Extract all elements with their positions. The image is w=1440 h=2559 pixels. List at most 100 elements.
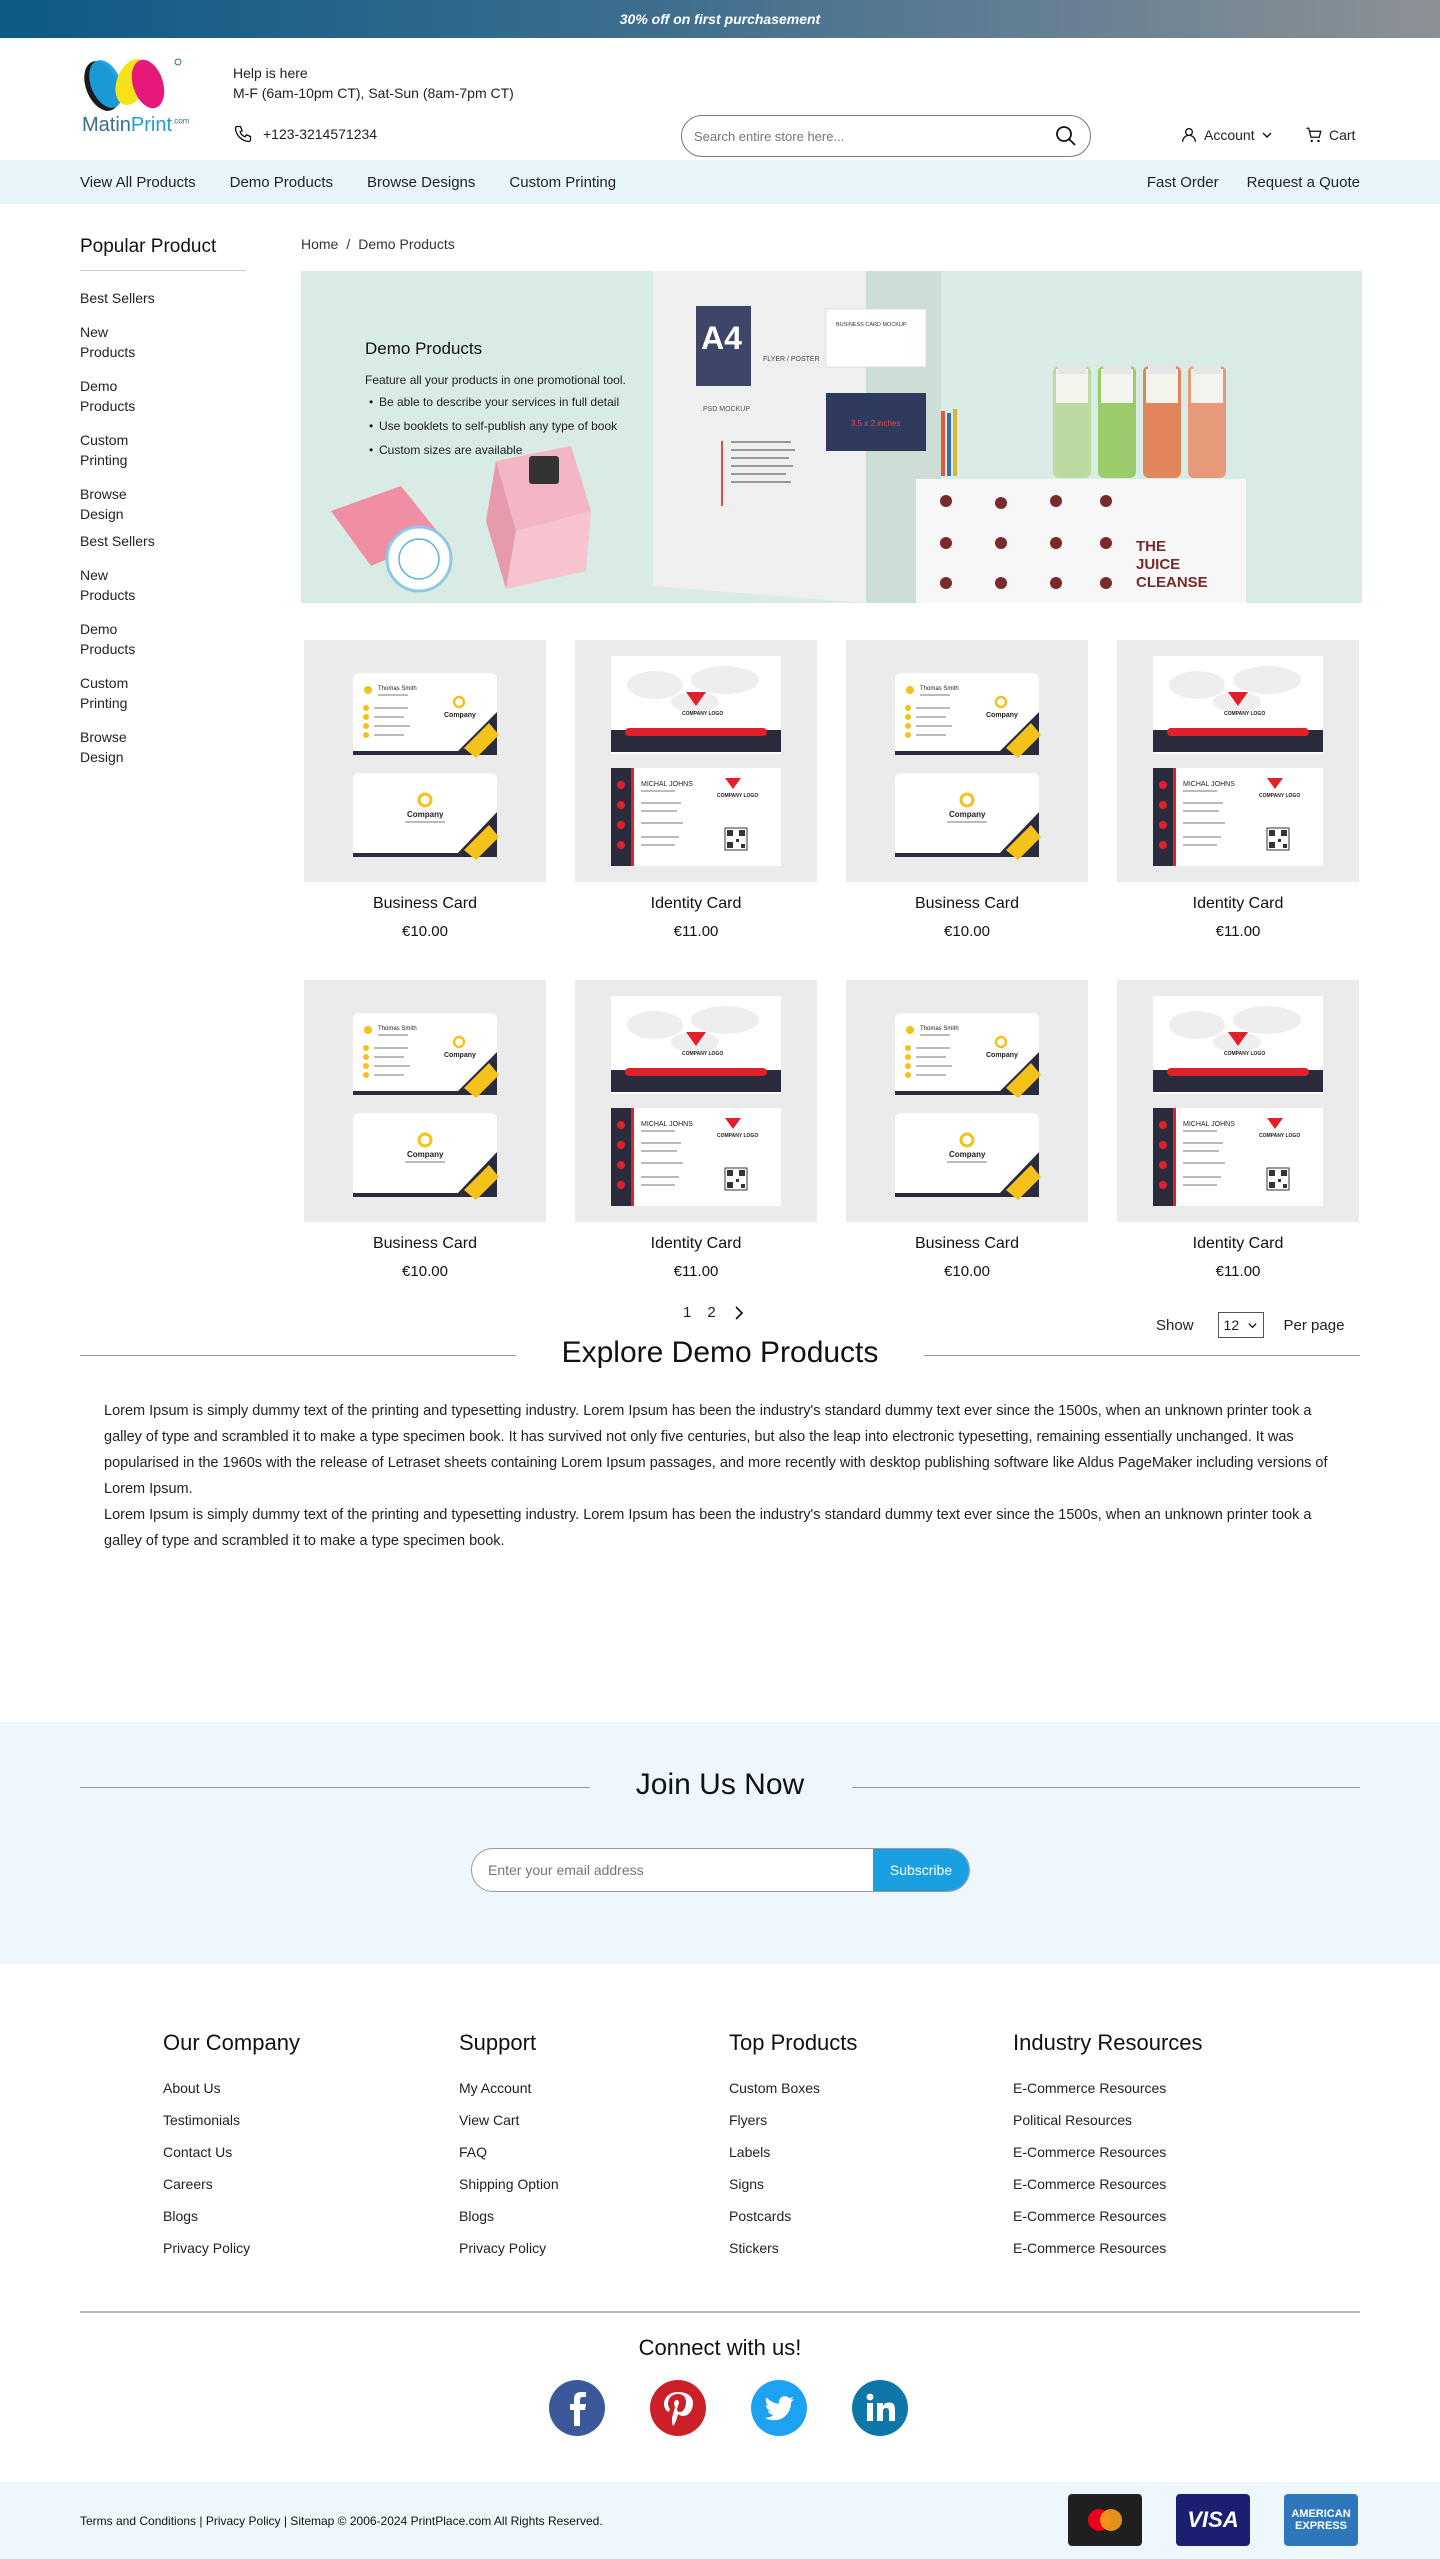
header: MatinPrint.com Help is here M-F (6am-10p… xyxy=(0,38,1440,160)
amex-text-2: EXPRESS xyxy=(1295,2520,1347,2532)
sidebar-item-demo-products[interactable]: Demo Products xyxy=(80,369,160,423)
product-image[interactable]: Thomas Smith Company Company xyxy=(846,980,1088,1222)
product-name[interactable]: Business Card xyxy=(846,895,1088,913)
nav-browse-designs[interactable]: Browse Designs xyxy=(367,174,475,191)
sidebar-item-new-products[interactable]: New Products xyxy=(80,315,160,369)
product-price: €11.00 xyxy=(1215,1263,1261,1280)
nav-demo-products[interactable]: Demo Products xyxy=(230,174,333,191)
search-input[interactable] xyxy=(694,128,1054,144)
page-2-link[interactable]: 2 xyxy=(707,1304,715,1321)
footer-link[interactable]: Postcards xyxy=(729,2200,857,2232)
svg-text:COMPANY LOGO: COMPANY LOGO xyxy=(1224,1051,1265,1057)
product-name[interactable]: Identity Card xyxy=(1117,1235,1359,1253)
footer-link[interactable]: Stickers xyxy=(729,2232,857,2264)
svg-text:Thomas Smith: Thomas Smith xyxy=(920,686,959,692)
sidebar-item-custom-printing-2[interactable]: Custom Printing xyxy=(80,666,160,720)
product-card[interactable]: Thomas Smith Company Company Business Ca… xyxy=(846,640,1088,940)
product-card[interactable]: COMPANY LOGO MICHAL JOHNS COMPANY LOGO I… xyxy=(575,640,817,940)
footer-link[interactable]: My Account xyxy=(459,2072,559,2104)
sidebar-item-best-sellers-2[interactable]: Best Sellers xyxy=(80,531,160,558)
footer-link[interactable]: Political Resources xyxy=(1013,2104,1203,2136)
footer-link[interactable]: E-Commerce Resources xyxy=(1013,2136,1203,2168)
footer-link[interactable]: Privacy Policy xyxy=(163,2232,300,2264)
footer-link[interactable]: Flyers xyxy=(729,2104,857,2136)
footer-link[interactable]: Signs xyxy=(729,2168,857,2200)
footer-link[interactable]: FAQ xyxy=(459,2136,559,2168)
nav-custom-printing[interactable]: Custom Printing xyxy=(509,174,616,191)
legal-text[interactable]: Terms and Conditions | Privacy Policy | … xyxy=(80,2514,603,2528)
chevron-down-icon xyxy=(1262,132,1272,138)
juice-box-illustration: THE JUICE CLEANSE xyxy=(916,479,1246,603)
product-image[interactable]: Thomas Smith Company Company xyxy=(304,980,546,1222)
footer-link[interactable]: E-Commerce Resources xyxy=(1013,2232,1203,2264)
product-image[interactable]: COMPANY LOGO MICHAL JOHNS COMPANY LOGO xyxy=(1117,640,1359,882)
product-name[interactable]: Identity Card xyxy=(1117,895,1359,913)
pinterest-icon[interactable] xyxy=(650,2380,706,2436)
sidebar-item-browse-design[interactable]: Browse Design xyxy=(80,477,160,531)
breadcrumb-home[interactable]: Home xyxy=(301,236,338,252)
footer-link[interactable]: Shipping Option xyxy=(459,2168,559,2200)
email-field[interactable] xyxy=(472,1849,873,1891)
breadcrumb: Home / Demo Products xyxy=(301,236,455,252)
account-menu[interactable]: Account xyxy=(1180,126,1273,144)
nav-fast-order[interactable]: Fast Order xyxy=(1147,174,1219,191)
sidebar-item-browse-design-2[interactable]: Browse Design xyxy=(80,720,160,774)
phone-contact[interactable]: +123-3214571234 xyxy=(233,124,377,144)
footer-link[interactable]: View Cart xyxy=(459,2104,559,2136)
sidebar-item-custom-printing[interactable]: Custom Printing xyxy=(80,423,160,477)
footer-link[interactable]: E-Commerce Resources xyxy=(1013,2168,1203,2200)
product-name[interactable]: Business Card xyxy=(846,1235,1088,1253)
twitter-icon[interactable] xyxy=(751,2380,807,2436)
product-card[interactable]: Thomas Smith Company Company Business Ca… xyxy=(304,980,546,1280)
product-price: €10.00 xyxy=(944,923,990,940)
sidebar-item-demo-products-2[interactable]: Demo Products xyxy=(80,612,160,666)
svg-text:Thomas Smith: Thomas Smith xyxy=(378,1026,417,1032)
product-card[interactable]: Thomas Smith Company Company Business Ca… xyxy=(846,980,1088,1280)
product-image[interactable]: Thomas Smith Company Company xyxy=(846,640,1088,882)
product-name[interactable]: Identity Card xyxy=(575,1235,817,1253)
footer-link[interactable]: About Us xyxy=(163,2072,300,2104)
product-price: €10.00 xyxy=(944,1263,990,1280)
footer-link[interactable]: Careers xyxy=(163,2168,300,2200)
connect-title: Connect with us! xyxy=(638,2335,802,2360)
facebook-icon[interactable] xyxy=(549,2380,605,2436)
product-image[interactable]: Thomas Smith Company Company xyxy=(304,640,546,882)
product-grid: Thomas Smith Company Company Business Ca… xyxy=(301,640,1362,1320)
cart-link[interactable]: Cart xyxy=(1305,126,1355,144)
svg-text:Company: Company xyxy=(407,810,444,819)
banner-bullet: Custom sizes are available xyxy=(365,443,665,457)
footer-link[interactable]: Testimonials xyxy=(163,2104,300,2136)
product-name[interactable]: Identity Card xyxy=(575,895,817,913)
product-image[interactable]: COMPANY LOGO MICHAL JOHNS COMPANY LOGO xyxy=(1117,980,1359,1222)
sidebar-item-new-products-2[interactable]: New Products xyxy=(80,558,160,612)
product-name[interactable]: Business Card xyxy=(304,1235,546,1253)
footer-link[interactable]: Labels xyxy=(729,2136,857,2168)
nav-request-quote[interactable]: Request a Quote xyxy=(1247,174,1360,191)
logo[interactable]: MatinPrint.com xyxy=(80,56,190,144)
search-icon[interactable] xyxy=(1054,124,1078,148)
footer-link[interactable]: Blogs xyxy=(459,2200,559,2232)
product-card[interactable]: COMPANY LOGO MICHAL JOHNS COMPANY LOGO I… xyxy=(1117,980,1359,1280)
footer-link[interactable]: Contact Us xyxy=(163,2136,300,2168)
product-card[interactable]: Thomas Smith Company Company Business Ca… xyxy=(304,640,546,940)
nav-view-all-products[interactable]: View All Products xyxy=(80,174,196,191)
chevron-right-icon[interactable] xyxy=(732,1305,746,1320)
product-image[interactable]: COMPANY LOGO MICHAL JOHNS COMPANY LOGO xyxy=(575,980,817,1222)
footer-link[interactable]: E-Commerce Resources xyxy=(1013,2072,1203,2104)
footer-link[interactable]: E-Commerce Resources xyxy=(1013,2200,1203,2232)
mastercard-logo xyxy=(1088,2509,1122,2531)
sidebar-item-best-sellers[interactable]: Best Sellers xyxy=(80,281,160,315)
subscribe-button[interactable]: Subscribe xyxy=(873,1849,969,1891)
page-1-link[interactable]: 1 xyxy=(683,1304,691,1321)
logo-part1: Matin xyxy=(82,114,131,136)
linkedin-icon[interactable] xyxy=(852,2380,908,2436)
explore-paragraph: Lorem Ipsum is simply dummy text of the … xyxy=(104,1403,1328,1497)
footer-link[interactable]: Blogs xyxy=(163,2200,300,2232)
product-name[interactable]: Business Card xyxy=(304,895,546,913)
product-image[interactable]: COMPANY LOGO MICHAL JOHNS COMPANY LOGO xyxy=(575,640,817,882)
product-card[interactable]: COMPANY LOGO MICHAL JOHNS COMPANY LOGO I… xyxy=(575,980,817,1280)
footer-link[interactable]: Privacy Policy xyxy=(459,2232,559,2264)
footer-link[interactable]: Custom Boxes xyxy=(729,2072,857,2104)
product-card[interactable]: COMPANY LOGO MICHAL JOHNS COMPANY LOGO I… xyxy=(1117,640,1359,940)
bottom-bar: Terms and Conditions | Privacy Policy | … xyxy=(0,2482,1440,2559)
